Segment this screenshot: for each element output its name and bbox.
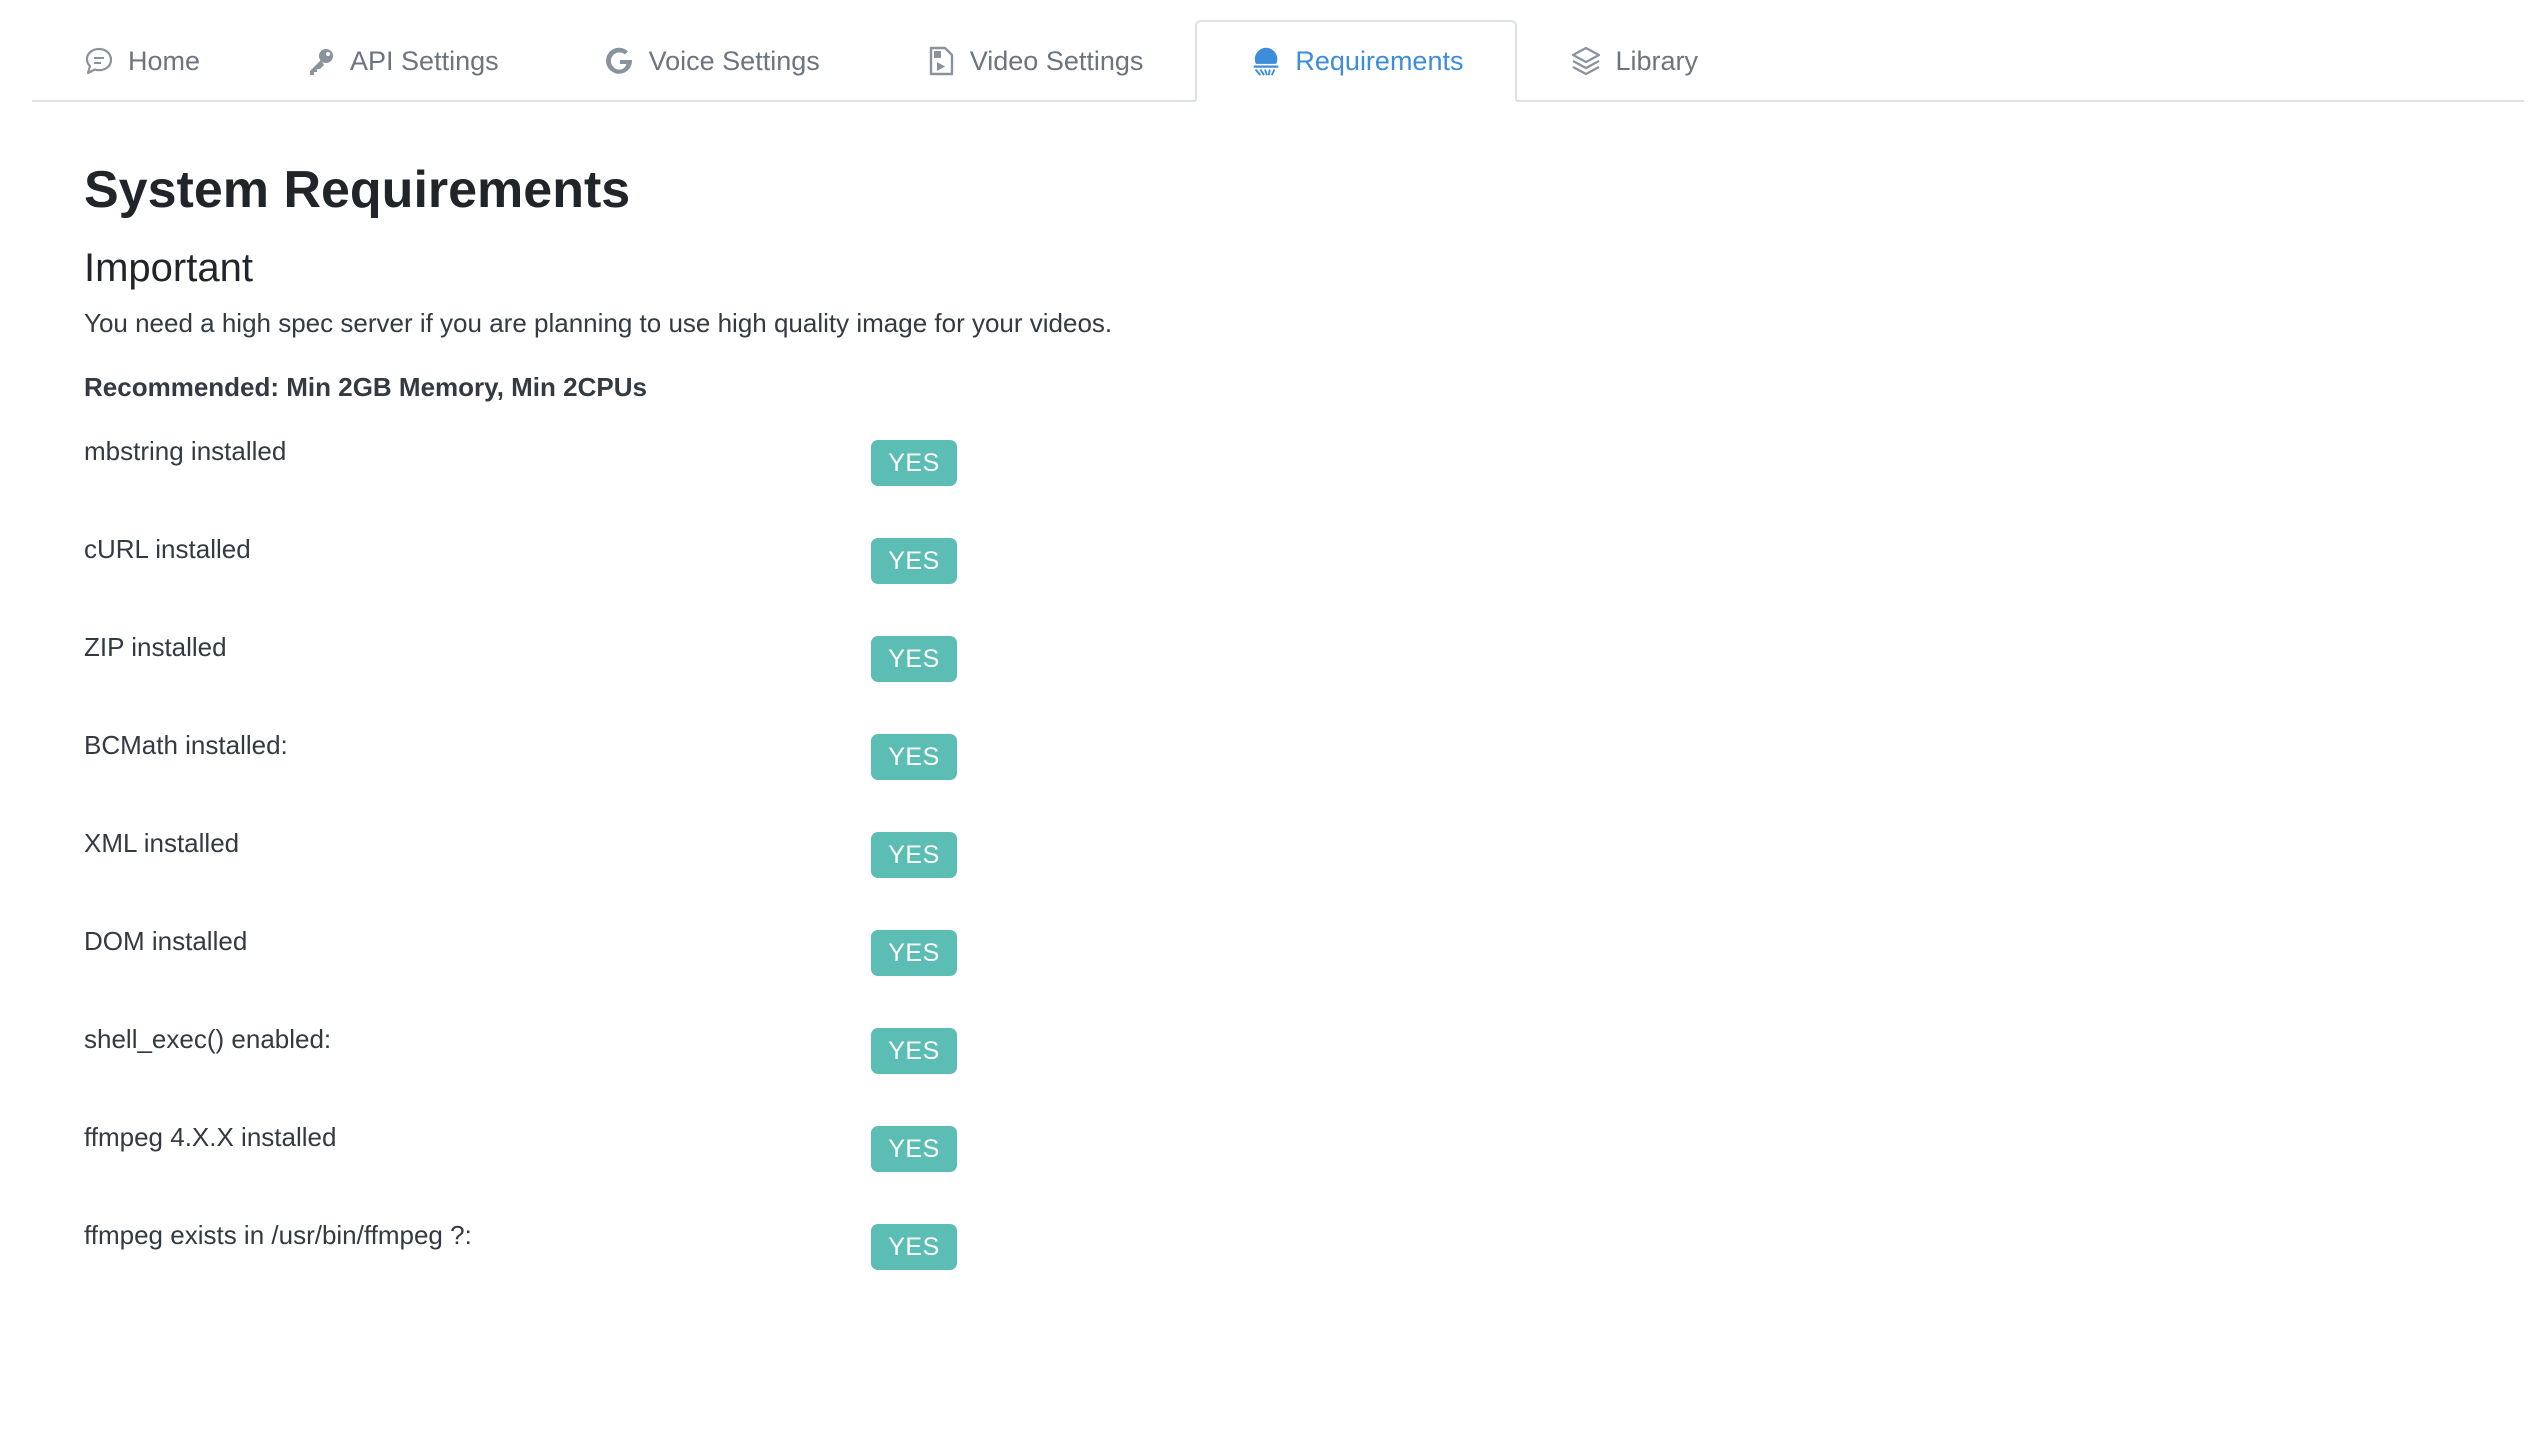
requirement-label: ZIP installed [84, 632, 227, 662]
tab-library-label: Library [1615, 45, 1698, 76]
requirement-label: cURL installed [84, 534, 251, 564]
requirement-label: mbstring installed [84, 436, 287, 466]
requirement-row-ffmpeg-path: ffmpeg exists in /usr/bin/ffmpeg ?: YES [84, 1220, 1084, 1280]
requirement-row-shell-exec: shell_exec() enabled: YES [84, 1024, 1084, 1084]
tab-api-settings-label: API Settings [350, 45, 499, 76]
status-badge: YES [871, 1224, 957, 1270]
requirement-label: BCMath installed: [84, 730, 288, 760]
requirements-icon [1249, 44, 1283, 78]
tab-video-settings[interactable]: Video Settings [872, 22, 1196, 100]
status-badge: YES [871, 1126, 957, 1172]
status-badge: YES [871, 832, 957, 878]
requirement-label: ffmpeg exists in /usr/bin/ffmpeg ?: [84, 1220, 472, 1250]
status-badge: YES [871, 538, 957, 584]
status-badge: YES [871, 440, 957, 486]
chat-bubble-icon [82, 44, 116, 78]
requirement-label: ffmpeg 4.X.X installed [84, 1122, 337, 1152]
nav-tabs: Home API Settings Voice Settings Video S… [32, 20, 2524, 102]
page-title: System Requirements [84, 161, 631, 219]
key-icon [304, 44, 338, 78]
requirement-row-mbstring: mbstring installed YES [84, 436, 1084, 496]
tab-api-settings[interactable]: API Settings [252, 22, 551, 100]
requirement-row-dom: DOM installed YES [84, 926, 1084, 986]
status-badge: YES [871, 930, 957, 976]
tab-video-settings-label: Video Settings [969, 45, 1144, 76]
status-badge: YES [871, 1028, 957, 1074]
google-g-icon [603, 44, 637, 78]
tab-voice-settings-label: Voice Settings [648, 45, 820, 76]
requirement-row-curl: cURL installed YES [84, 534, 1084, 594]
video-file-icon [924, 44, 958, 78]
requirement-row-ffmpeg-version: ffmpeg 4.X.X installed YES [84, 1122, 1084, 1182]
recommended-specs: Recommended: Min 2GB Memory, Min 2CPUs [84, 372, 647, 402]
section-heading: Important [84, 246, 253, 290]
requirement-label: XML installed [84, 828, 240, 858]
important-note: You need a high spec server if you are p… [84, 308, 1113, 338]
status-badge: YES [871, 636, 957, 682]
tab-home-label: Home [128, 45, 201, 76]
tab-requirements-label: Requirements [1295, 45, 1464, 76]
status-badge: YES [871, 734, 957, 780]
requirement-label: DOM installed [84, 926, 248, 956]
requirement-row-xml: XML installed YES [84, 828, 1084, 888]
tab-requirements[interactable]: Requirements [1195, 20, 1518, 102]
requirement-row-bcmath: BCMath installed: YES [84, 730, 1084, 790]
tab-library[interactable]: Library [1517, 22, 1750, 100]
tab-home[interactable]: Home [32, 22, 252, 100]
layers-icon [1569, 44, 1603, 78]
tab-voice-settings[interactable]: Voice Settings [551, 22, 872, 100]
requirement-row-zip: ZIP installed YES [84, 632, 1084, 692]
requirement-label: shell_exec() enabled: [84, 1024, 332, 1054]
